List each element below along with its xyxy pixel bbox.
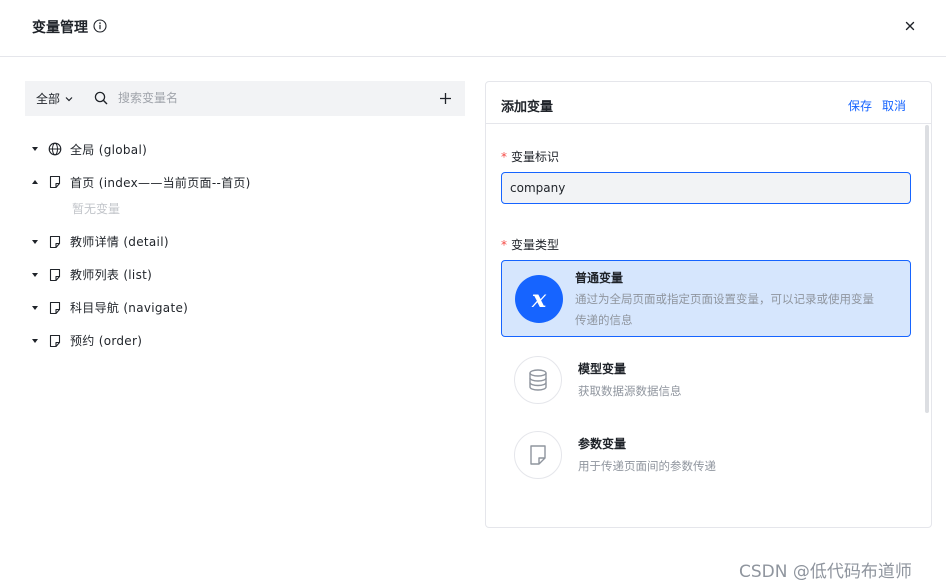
add-variable-panel: 添加变量 保存 取消 * 变量标识 * 变量类型 x 普通变量 通过为全局页面或指定…: [485, 81, 932, 528]
caret-right-icon[interactable]: [30, 336, 40, 346]
type-name: 普通变量: [575, 271, 624, 285]
required-mark: *: [501, 150, 507, 164]
page-icon: [49, 235, 61, 248]
chevron-down-icon: [65, 96, 73, 101]
tree-node-label: 教师详情 (detail): [70, 235, 169, 249]
search-input[interactable]: [118, 88, 418, 108]
type-description: 用于传递页面间的参数传递: [578, 459, 716, 473]
caret-right-icon[interactable]: [30, 144, 40, 154]
scope-filter-label: 全部: [36, 92, 61, 106]
tree-node-global[interactable]: 全局 (global): [30, 138, 460, 160]
type-card-model[interactable]: 模型变量 获取数据源数据信息: [501, 348, 911, 412]
close-icon[interactable]: [902, 18, 918, 34]
panel-header: 添加变量 保存 取消: [486, 82, 931, 124]
tree-node-order[interactable]: 预约 (order): [30, 324, 460, 357]
type-card-normal[interactable]: x 普通变量 通过为全局页面或指定页面设置变量，可以记录或使用变量 传递的信息: [501, 260, 911, 337]
save-button[interactable]: 保存: [848, 97, 872, 114]
type-description-line: 传递的信息: [575, 313, 633, 327]
caret-right-icon[interactable]: [30, 237, 40, 247]
database-icon: [514, 356, 562, 404]
watermark-text: CSDN @低代码布道师: [739, 562, 912, 582]
page-icon: [49, 301, 61, 314]
plus-icon[interactable]: [439, 92, 452, 105]
variable-id-input[interactable]: [501, 172, 911, 204]
caret-right-icon[interactable]: [30, 270, 40, 280]
tree-node-index[interactable]: 首页 (index——当前页面--首页): [30, 171, 460, 193]
panel-scrollbar[interactable]: [925, 125, 929, 413]
page-icon: [49, 334, 61, 347]
page-param-icon: [514, 431, 562, 479]
required-mark: *: [501, 238, 507, 252]
type-card-param[interactable]: 参数变量 用于传递页面间的参数传递: [501, 422, 911, 486]
type-description-line: 通过为全局页面或指定页面设置变量，可以记录或使用变量: [575, 292, 874, 306]
type-name: 参数变量: [578, 437, 627, 451]
info-circle-icon[interactable]: [93, 19, 107, 33]
scope-filter-dropdown[interactable]: 全部: [36, 90, 74, 107]
variable-type-label: * 变量类型: [501, 236, 559, 253]
tree-node-label: 全局 (global): [70, 142, 148, 157]
tree-node-label: 首页 (index——当前页面--首页): [70, 175, 251, 190]
variable-type-label-text: 变量类型: [511, 238, 560, 252]
panel-title: 添加变量: [501, 100, 554, 115]
variable-id-label: * 变量标识: [501, 148, 559, 165]
tree-node-list[interactable]: 教师列表 (list): [30, 258, 460, 291]
caret-up-icon[interactable]: [30, 177, 40, 187]
globe-icon: [48, 142, 62, 156]
search-icon: [94, 91, 108, 105]
tree-node-label: 教师列表 (list): [70, 268, 153, 282]
empty-variables-text: 暂无变量: [72, 202, 121, 216]
variable-x-icon: x: [515, 275, 563, 323]
dialog-title: 变量管理: [32, 20, 88, 36]
page-icon: [49, 268, 61, 281]
dialog-header: 变量管理: [0, 0, 946, 57]
tree-node-detail[interactable]: 教师详情 (detail): [30, 225, 460, 258]
type-description: 通过为全局页面或指定页面设置变量，可以记录或使用变量 传递的信息: [575, 289, 905, 331]
svg-text:x: x: [531, 284, 547, 313]
cancel-button[interactable]: 取消: [882, 97, 906, 114]
variable-tree: 全局 (global) 首页 (index——当前页面--首页) 暂无变量 教师…: [30, 138, 460, 357]
variable-id-label-text: 变量标识: [511, 150, 560, 164]
tree-node-label: 预约 (order): [70, 334, 143, 348]
tree-node-navigate[interactable]: 科目导航 (navigate): [30, 291, 460, 324]
caret-right-icon[interactable]: [30, 303, 40, 313]
page-icon: [49, 175, 61, 189]
variable-toolbar: 全部: [25, 81, 465, 116]
tree-node-label: 科目导航 (navigate): [70, 301, 189, 315]
type-name: 模型变量: [578, 362, 627, 376]
type-description: 获取数据源数据信息: [578, 384, 682, 398]
